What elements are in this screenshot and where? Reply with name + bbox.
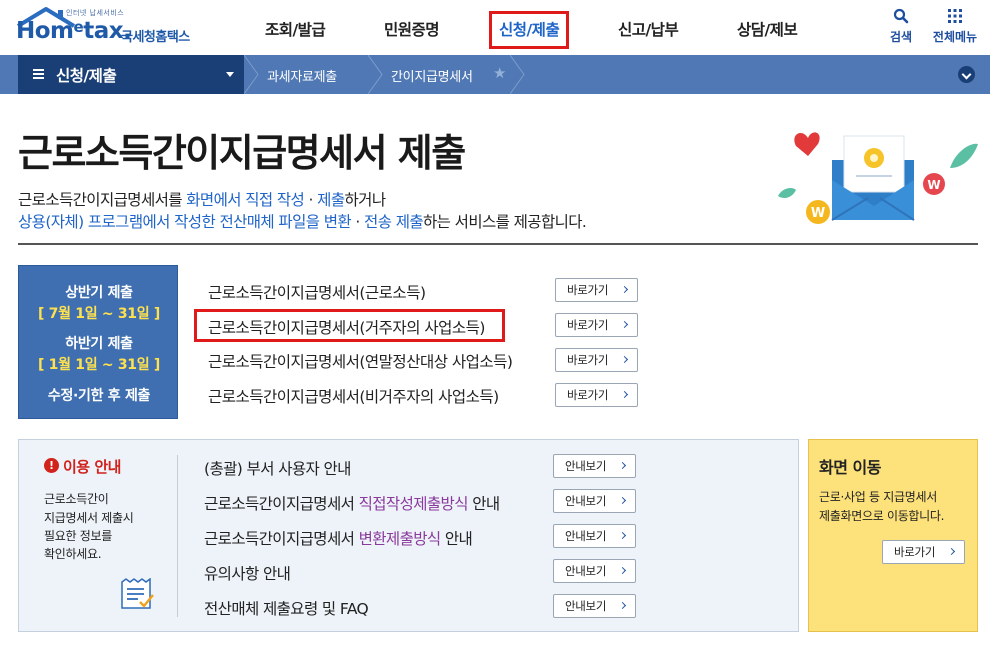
chevron-right-icon: [618, 601, 627, 610]
usage-guide-separator: [177, 455, 178, 617]
active-nav-highlight: [489, 11, 569, 49]
caret-down-icon: [226, 72, 234, 77]
submission-period-box: 상반기 제출 [ 7월 1일 ~ 31일 ] 하반기 제출 [ 1월 1일 ~ …: [18, 265, 178, 419]
search-button[interactable]: 검색: [886, 8, 916, 45]
submission-item-year-end-business[interactable]: 근로소득간이지급명세서(연말정산대상 사업소득): [208, 350, 513, 372]
search-icon: [893, 8, 909, 24]
hometax-logo[interactable]: 인터넷 납세서비스 Hometax. 국세청홈택스: [14, 6, 204, 48]
favorite-star-icon[interactable]: ★: [493, 64, 506, 82]
location-menu-dropdown[interactable]: 신청/제출: [18, 55, 244, 94]
svg-text:W: W: [927, 178, 940, 192]
usage-guide-text-line-4: 확인하세요.: [44, 547, 102, 561]
chevron-right-icon: [620, 390, 629, 399]
usage-guide-text-line-2: 지급명세서 제출시: [44, 511, 134, 525]
chevron-right-icon: [618, 496, 627, 505]
screen-move-go-button[interactable]: 바로가기: [882, 540, 965, 564]
all-menu-button[interactable]: 전체메뉴: [928, 8, 982, 45]
submission-item-nonresident-business[interactable]: 근로소득간이지급명세서(비거주자의 사업소득): [208, 385, 499, 407]
envelope-illustration: W W: [778, 132, 978, 224]
late-submission-label: 수정·기한 후 제출: [47, 388, 151, 404]
chevron-right-icon: [620, 355, 629, 364]
grid-menu-icon: [948, 9, 962, 23]
chevron-right-icon: [620, 320, 629, 329]
guide-item-department-user[interactable]: (총괄) 부서 사용자 안내: [204, 457, 351, 479]
go-button-resident-business[interactable]: 바로가기: [555, 313, 638, 337]
second-half-label: 하반기 제출: [65, 336, 133, 352]
view-button-convert-submit[interactable]: 안내보기: [553, 524, 636, 548]
location-menu-label: 신청/제출: [56, 67, 117, 85]
go-button-earned-income[interactable]: 바로가기: [555, 278, 638, 302]
chevron-right-icon: [620, 285, 629, 294]
usage-guide-text-line-3: 필요한 정보를: [44, 529, 112, 543]
nav-civil-certificate[interactable]: 민원증명: [384, 18, 440, 40]
description-line-1: 근로소득간이지급명세서를 화면에서 직접 작성 · 제출하거나: [18, 191, 386, 209]
view-button-media-faq[interactable]: 안내보기: [553, 594, 636, 618]
screen-move-text-line-1: 근로·사업 등 지급명세서: [819, 490, 937, 504]
first-half-label: 상반기 제출: [65, 285, 133, 301]
breadcrumb-separator-icon: [244, 55, 259, 94]
breadcrumb-simple-payment-statement[interactable]: 간이지급명세서: [391, 66, 473, 85]
view-button-direct-submit[interactable]: 안내보기: [553, 489, 636, 513]
breadcrumb-separator-icon: [368, 55, 383, 94]
chevron-right-icon: [618, 531, 627, 540]
nav-report-pay[interactable]: 신고/납부: [618, 18, 679, 40]
breadcrumb-separator-icon: [510, 55, 525, 94]
alert-icon: !: [44, 458, 59, 473]
svg-text:W: W: [811, 206, 825, 221]
nav-inquiry-issue[interactable]: 조회/발급: [265, 18, 326, 40]
go-button-year-end-business[interactable]: 바로가기: [555, 348, 638, 372]
view-button-department-user[interactable]: 안내보기: [553, 454, 636, 478]
search-label: 검색: [889, 30, 913, 44]
guide-item-direct-submit[interactable]: 근로소득간이지급명세서 직접작성제출방식 안내: [204, 492, 500, 514]
chevron-right-icon: [618, 461, 627, 470]
title-divider: [18, 243, 978, 245]
screen-move-title: 화면 이동: [819, 458, 881, 477]
go-button-nonresident-business[interactable]: 바로가기: [555, 383, 638, 407]
breadcrumb-tax-data-submit[interactable]: 과세자료제출: [267, 66, 337, 85]
submission-item-earned-income[interactable]: 근로소득간이지급명세서(근로소득): [208, 281, 426, 303]
nav-consult-report[interactable]: 상담/제보: [737, 18, 798, 40]
expand-location-icon[interactable]: [958, 66, 975, 83]
guide-item-convert-submit[interactable]: 근로소득간이지급명세서 변환제출방식 안내: [204, 527, 473, 549]
top-header: 인터넷 납세서비스 Hometax. 국세청홈택스 조회/발급 민원증명 신청/…: [0, 0, 990, 55]
second-half-date: [ 1월 1일 ~ 31일 ]: [37, 357, 160, 373]
view-button-precautions[interactable]: 안내보기: [553, 559, 636, 583]
page-title: 근로소득간이지급명세서 제출: [18, 131, 466, 175]
hamburger-icon: [33, 69, 44, 79]
logo-wordmark: Hometax.: [16, 18, 132, 44]
highlight-box: [194, 309, 505, 342]
description-line-2: 상용(자체) 프로그램에서 작성한 전산매체 파일을 변환 · 전송 제출하는 …: [18, 213, 587, 231]
logo-korean-name: 국세청홈택스: [121, 30, 190, 45]
chevron-right-icon: [947, 547, 956, 556]
location-bar: 신청/제출 과세자료제출 간이지급명세서 ★: [0, 55, 990, 94]
guide-item-precautions[interactable]: 유의사항 안내: [204, 562, 291, 584]
usage-guide-text-line-1: 근로소득간이: [44, 492, 109, 506]
logo-tagline: 인터넷 납세서비스: [66, 9, 125, 17]
usage-guide-title: 이용 안내: [63, 458, 121, 476]
screen-move-text-line-2: 제출화면으로 이동합니다.: [819, 509, 945, 523]
guide-item-media-faq[interactable]: 전산매체 제출요령 및 FAQ: [204, 597, 369, 619]
chevron-right-icon: [618, 566, 627, 575]
checklist-icon: [121, 578, 154, 609]
all-menu-label: 전체메뉴: [932, 30, 978, 44]
first-half-date: [ 7월 1일 ~ 31일 ]: [37, 306, 160, 322]
